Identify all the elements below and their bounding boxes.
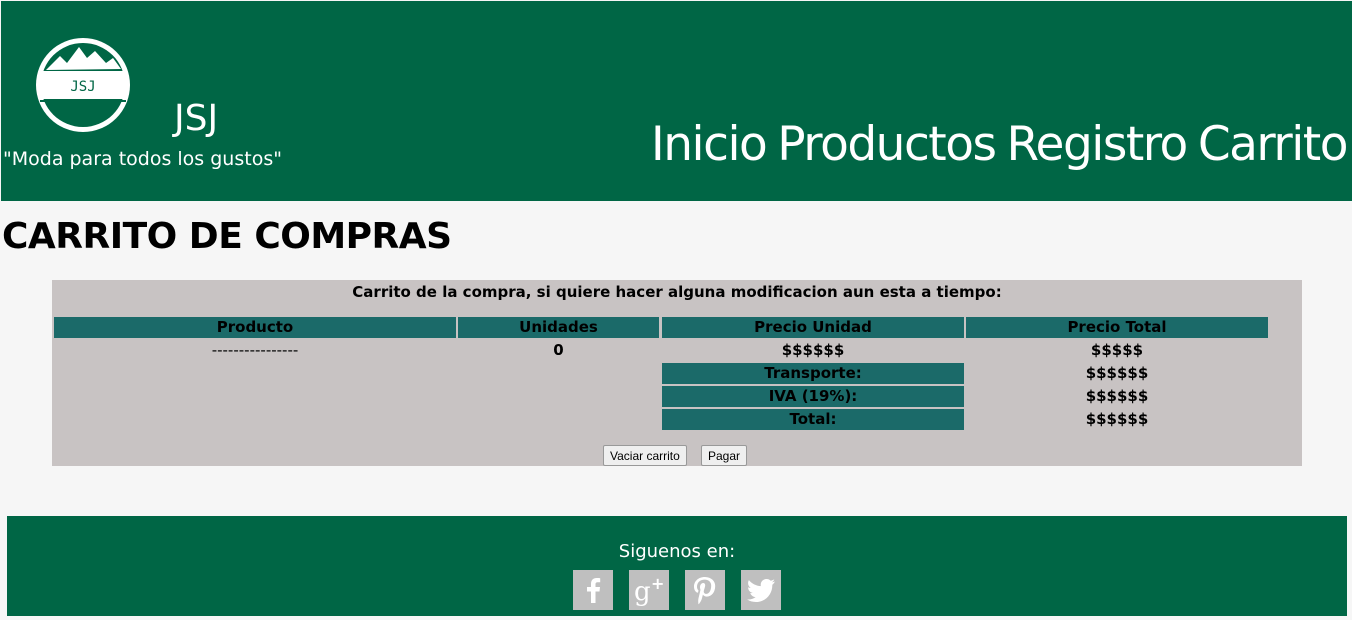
twitter-icon[interactable]	[741, 570, 781, 610]
social-links: g +	[573, 570, 781, 610]
pay-button[interactable]: Pagar	[701, 445, 748, 466]
summary-value-transporte: $$$$$$	[1085, 364, 1149, 382]
social-label: Siguenos en:	[618, 541, 736, 562]
cart-intro: Carrito de la compra, si quiere hacer al…	[352, 283, 1002, 301]
facebook-icon[interactable]	[573, 570, 613, 610]
summary-label-transporte: Transporte:	[662, 363, 964, 384]
page-title: CARRITO DE COMPRAS	[2, 216, 452, 257]
column-header-producto: Producto	[54, 317, 456, 338]
pinterest-icon[interactable]	[685, 570, 725, 610]
column-header-precio-unidad: Precio Unidad	[662, 317, 964, 338]
brand-slogan: "Moda para todos los gustos"	[3, 148, 282, 170]
google-plus-icon[interactable]: g +	[629, 570, 669, 610]
summary-value-total: $$$$$$	[1085, 410, 1149, 428]
nav-link-productos[interactable]: Productos	[777, 117, 997, 173]
svg-text:JSJ: JSJ	[70, 79, 95, 95]
site-footer: Siguenos en: g +	[7, 516, 1347, 616]
summary-value-iva: $$$$$$	[1085, 387, 1149, 405]
jsj-logo[interactable]: JSJ	[34, 36, 132, 134]
svg-text:g: g	[634, 577, 651, 607]
empty-cart-button[interactable]: Vaciar carrito	[603, 445, 687, 466]
nav-link-registro[interactable]: Registro	[1006, 117, 1188, 173]
nav-link-carrito[interactable]: Carrito	[1198, 117, 1349, 173]
summary-label-iva: IVA (19%):	[662, 386, 964, 407]
brand-name: JSJ	[174, 98, 219, 139]
cell-product: ----------------	[211, 341, 299, 359]
cell-total-price: $$$$$	[1090, 341, 1144, 359]
cell-units: 0	[553, 341, 564, 359]
cell-unit-price: $$$$$$	[781, 341, 845, 359]
cart-panel: Carrito de la compra, si quiere hacer al…	[52, 280, 1302, 466]
svg-text:+: +	[651, 574, 664, 593]
column-header-precio-total: Precio Total	[966, 317, 1268, 338]
main-nav: Inicio Productos Registro Carrito	[651, 117, 1349, 173]
column-header-unidades: Unidades	[458, 317, 659, 338]
site-header: JSJ JSJ "Moda para todos los gustos" Ini…	[1, 1, 1352, 201]
summary-label-total: Total:	[662, 409, 964, 430]
nav-link-inicio[interactable]: Inicio	[651, 117, 768, 173]
